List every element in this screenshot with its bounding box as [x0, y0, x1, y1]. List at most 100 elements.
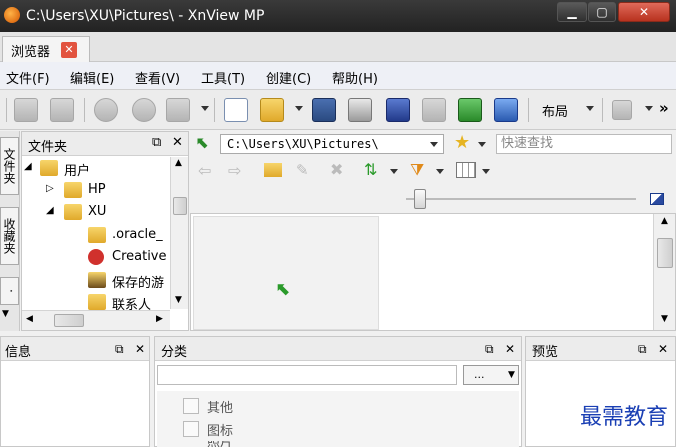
close-icon[interactable]: ✕: [172, 135, 183, 150]
view-mode-icon[interactable]: [456, 162, 476, 178]
menu-help[interactable]: 帮助(H): [332, 68, 378, 87]
convert-icon[interactable]: [166, 98, 190, 122]
binoculars-icon[interactable]: [312, 98, 336, 122]
category-checkbox[interactable]: [183, 398, 199, 414]
tab-favorites[interactable]: 收藏夹: [0, 207, 19, 265]
tree-row[interactable]: Creative: [22, 247, 170, 269]
menu-edit[interactable]: 编辑(E): [70, 68, 114, 87]
rename-icon[interactable]: ✎: [296, 161, 309, 179]
rotate-left-icon[interactable]: [94, 98, 118, 122]
minimize-button[interactable]: ▁: [557, 2, 587, 22]
printer-icon[interactable]: [348, 98, 372, 122]
tab-folders[interactable]: 文件夹: [0, 137, 19, 195]
chevron-down-icon[interactable]: [645, 106, 653, 111]
scanner-icon[interactable]: [386, 98, 410, 122]
layout-button[interactable]: 布局: [542, 101, 568, 120]
delete-icon[interactable]: ✖: [330, 160, 343, 179]
browser-toolbar: ⇦ ⇨ ✎ ✖ ⇅ ⧩: [190, 157, 676, 185]
batch-icon[interactable]: [422, 98, 446, 122]
undock-icon[interactable]: ⧉: [485, 342, 494, 357]
new-folder-icon[interactable]: [264, 163, 282, 177]
close-icon[interactable]: ✕: [135, 342, 145, 356]
category-item[interactable]: 图标: [183, 418, 383, 440]
star-icon[interactable]: ★: [454, 132, 470, 153]
close-window-button[interactable]: ✕: [618, 2, 670, 22]
chevron-down-icon[interactable]: [436, 169, 444, 174]
category-checkbox[interactable]: [183, 421, 199, 437]
expand-icon[interactable]: ◢: [46, 205, 54, 216]
scroll-thumb[interactable]: [173, 197, 187, 215]
vertical-scrollbar[interactable]: ▲ ▼: [170, 157, 188, 309]
open-folder-icon[interactable]: [260, 98, 284, 122]
info-icon[interactable]: [224, 98, 248, 122]
undock-icon[interactable]: ⧉: [638, 342, 647, 357]
chevron-down-icon[interactable]: [482, 169, 490, 174]
expand-icon[interactable]: ◢: [24, 161, 32, 172]
compare-icon[interactable]: [612, 100, 632, 120]
chevron-down-icon[interactable]: [295, 106, 303, 111]
category-panel-title: 分类: [161, 345, 188, 360]
tree-row[interactable]: ▷ HP: [22, 180, 170, 202]
scroll-left-icon[interactable]: ◀: [26, 314, 33, 324]
scroll-right-icon[interactable]: ▶: [156, 314, 163, 324]
address-input[interactable]: C:\Users\XU\Pictures\: [220, 134, 444, 154]
toolbar-more-button[interactable]: »: [659, 99, 669, 117]
back-icon[interactable]: ⇦: [198, 161, 211, 180]
undock-icon[interactable]: ⧉: [115, 342, 124, 357]
folder-panel-header: 文件夹 ⧉ ✕: [22, 132, 188, 156]
tree-row[interactable]: 保存的游: [22, 270, 170, 292]
chevron-down-icon[interactable]: [390, 169, 398, 174]
tree-row[interactable]: ◢ 用户: [22, 158, 170, 180]
tab-more[interactable]: ·: [0, 277, 19, 305]
chevron-down-icon[interactable]: [201, 106, 209, 111]
file-browser[interactable]: ⬉ ▲ ▼: [190, 213, 676, 331]
slider-thumb[interactable]: [414, 189, 426, 209]
close-icon[interactable]: ✕: [505, 342, 515, 356]
go-up-icon[interactable]: ⬉: [196, 133, 209, 152]
scroll-thumb[interactable]: [54, 314, 84, 327]
tree-row[interactable]: ◢ XU: [22, 202, 170, 224]
thumbnail-size-slider[interactable]: [406, 198, 636, 200]
filter-icon[interactable]: ⧩: [410, 160, 424, 180]
scroll-down-icon[interactable]: ▼: [175, 295, 182, 305]
menu-create[interactable]: 创建(C): [266, 68, 311, 87]
scroll-up-icon[interactable]: ▲: [175, 158, 182, 168]
slideshow-icon[interactable]: [458, 98, 482, 122]
scroll-thumb[interactable]: [657, 238, 673, 268]
horizontal-scrollbar[interactable]: ◀ ▶: [22, 310, 170, 330]
chevron-down-icon[interactable]: [586, 106, 594, 111]
category-panel: 分类 ⧉ ✕ ... ▼ 其他 图标 照片: [154, 336, 522, 447]
scroll-up-icon[interactable]: ▲: [661, 216, 668, 226]
camera-icon[interactable]: [14, 98, 38, 122]
close-icon[interactable]: ✕: [658, 342, 668, 356]
maximize-button[interactable]: ▢: [588, 2, 616, 22]
category-item[interactable]: 照片: [183, 441, 383, 447]
chevron-down-icon[interactable]: [430, 142, 438, 147]
quick-search-input[interactable]: 快速查找: [496, 134, 672, 154]
tree-label: .oracle_: [112, 227, 163, 242]
menu-tools[interactable]: 工具(T): [201, 68, 245, 87]
tab-close-icon[interactable]: ✕: [61, 42, 77, 58]
chevron-down-icon[interactable]: ▼: [2, 309, 9, 319]
fullscreen-icon[interactable]: [50, 98, 74, 122]
category-options-dropdown[interactable]: ... ▼: [463, 365, 519, 385]
rotate-right-icon[interactable]: [132, 98, 156, 122]
forward-icon[interactable]: ⇨: [228, 161, 241, 180]
toolbar-separator: [6, 98, 7, 122]
app-icon[interactable]: [4, 7, 20, 23]
chevron-down-icon[interactable]: [478, 142, 486, 147]
scroll-down-icon[interactable]: ▼: [661, 314, 668, 324]
vertical-scrollbar[interactable]: ▲ ▼: [653, 214, 675, 330]
undock-icon[interactable]: ⧉: [152, 135, 161, 150]
menu-view[interactable]: 查看(V): [135, 68, 180, 87]
tree-row[interactable]: .oracle_: [22, 225, 170, 247]
category-filter-input[interactable]: [157, 365, 457, 385]
collapse-icon[interactable]: ▷: [46, 183, 54, 194]
menu-file[interactable]: 文件(F): [6, 68, 50, 87]
category-item[interactable]: 其他: [183, 395, 383, 417]
sort-icon[interactable]: ⇅: [364, 160, 377, 179]
fit-icon[interactable]: [650, 193, 664, 205]
tab-browser[interactable]: 浏览器 ✕: [2, 36, 90, 62]
capture-icon[interactable]: [494, 98, 518, 122]
thumbnail-item[interactable]: ⬉: [193, 216, 379, 330]
